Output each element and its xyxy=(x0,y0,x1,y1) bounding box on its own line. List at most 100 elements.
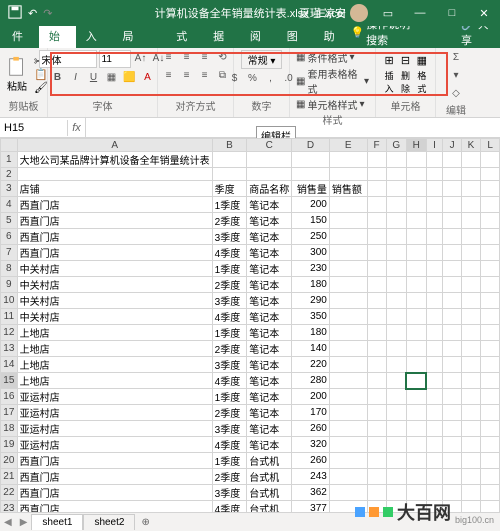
cell-F9[interactable] xyxy=(367,277,386,293)
cell-B11[interactable]: 4季度 xyxy=(212,309,247,325)
minimize-button[interactable]: — xyxy=(408,7,432,19)
cell-L20[interactable] xyxy=(481,453,500,469)
format-cells-button[interactable]: ▦格式 xyxy=(415,54,429,95)
cell-J14[interactable] xyxy=(443,357,461,373)
cell-H1[interactable] xyxy=(406,152,426,168)
cell-I2[interactable] xyxy=(426,168,443,181)
cell-L7[interactable] xyxy=(481,245,500,261)
cell-A3[interactable]: 店铺 xyxy=(17,181,212,197)
cell-J4[interactable] xyxy=(443,197,461,213)
cell-F11[interactable] xyxy=(367,309,386,325)
cell-K12[interactable] xyxy=(461,325,480,341)
cell-C15[interactable]: 笔记本 xyxy=(247,373,292,389)
cell-H19[interactable] xyxy=(406,437,426,453)
row-header-4[interactable]: 4 xyxy=(1,197,18,213)
cell-E20[interactable] xyxy=(329,453,367,469)
cell-C12[interactable]: 笔记本 xyxy=(247,325,292,341)
row-header-17[interactable]: 17 xyxy=(1,405,18,421)
cell-F1[interactable] xyxy=(367,152,386,168)
cell-J8[interactable] xyxy=(443,261,461,277)
cell-A2[interactable] xyxy=(17,168,212,181)
col-header-G[interactable]: G xyxy=(386,139,406,152)
cell-K21[interactable] xyxy=(461,469,480,485)
cell-G7[interactable] xyxy=(386,245,406,261)
cell-G6[interactable] xyxy=(386,229,406,245)
cell-L18[interactable] xyxy=(481,421,500,437)
cell-B3[interactable]: 季度 xyxy=(212,181,247,197)
worksheet-grid[interactable]: ABCDEFGHIJKL1大地公司某品牌计算机设备全年销量统计表23店铺季度商品… xyxy=(0,138,500,512)
cell-F15[interactable] xyxy=(367,373,386,389)
cell-J1[interactable] xyxy=(443,152,461,168)
cell-I16[interactable] xyxy=(426,389,443,405)
cell-J2[interactable] xyxy=(443,168,461,181)
cell-L4[interactable] xyxy=(481,197,500,213)
undo-icon[interactable]: ↶ xyxy=(28,7,37,20)
cell-J12[interactable] xyxy=(443,325,461,341)
cell-E4[interactable] xyxy=(329,197,367,213)
cell-I10[interactable] xyxy=(426,293,443,309)
cell-I8[interactable] xyxy=(426,261,443,277)
cell-H2[interactable] xyxy=(406,168,426,181)
cell-E8[interactable] xyxy=(329,261,367,277)
cell-B17[interactable]: 2季度 xyxy=(212,405,247,421)
fx-icon[interactable]: fx xyxy=(68,118,86,137)
cell-H7[interactable] xyxy=(406,245,426,261)
cell-F5[interactable] xyxy=(367,213,386,229)
cell-G20[interactable] xyxy=(386,453,406,469)
cell-F6[interactable] xyxy=(367,229,386,245)
cell-I19[interactable] xyxy=(426,437,443,453)
cell-F7[interactable] xyxy=(367,245,386,261)
cell-L14[interactable] xyxy=(481,357,500,373)
cell-D18[interactable]: 260 xyxy=(292,421,330,437)
cell-I12[interactable] xyxy=(426,325,443,341)
cell-K5[interactable] xyxy=(461,213,480,229)
cell-E13[interactable] xyxy=(329,341,367,357)
cell-G10[interactable] xyxy=(386,293,406,309)
cell-I5[interactable] xyxy=(426,213,443,229)
cell-G13[interactable] xyxy=(386,341,406,357)
cell-L13[interactable] xyxy=(481,341,500,357)
cell-I1[interactable] xyxy=(426,152,443,168)
cell-styles-button[interactable]: ▦ 单元格样式 ▾ xyxy=(296,97,364,112)
cell-A8[interactable]: 中关村店 xyxy=(17,261,212,277)
cell-G1[interactable] xyxy=(386,152,406,168)
cell-A18[interactable]: 亚运村店 xyxy=(17,421,212,437)
cell-G3[interactable] xyxy=(386,181,406,197)
row-header-21[interactable]: 21 xyxy=(1,469,18,485)
cell-H15[interactable] xyxy=(406,373,426,389)
cell-C7[interactable]: 笔记本 xyxy=(247,245,292,261)
cell-C3[interactable]: 商品名称 xyxy=(247,181,292,197)
format-as-table-button[interactable]: ▦ 套用表格格式 ▾ xyxy=(296,66,369,96)
cell-L2[interactable] xyxy=(481,168,500,181)
cell-H12[interactable] xyxy=(406,325,426,341)
col-header-D[interactable]: D xyxy=(292,139,330,152)
cell-D11[interactable]: 350 xyxy=(292,309,330,325)
col-header-A[interactable]: A xyxy=(17,139,212,152)
cell-D12[interactable]: 180 xyxy=(292,325,330,341)
number-format-select[interactable]: 常规 ▾ xyxy=(241,50,283,69)
fill-color-button[interactable]: 🟨 xyxy=(122,70,138,86)
row-header-15[interactable]: 15 xyxy=(1,373,18,389)
cell-G21[interactable] xyxy=(386,469,406,485)
cell-A10[interactable]: 中关村店 xyxy=(17,293,212,309)
cell-E17[interactable] xyxy=(329,405,367,421)
font-name-select[interactable] xyxy=(39,50,97,68)
cell-G14[interactable] xyxy=(386,357,406,373)
cell-B8[interactable]: 1季度 xyxy=(212,261,247,277)
row-header-19[interactable]: 19 xyxy=(1,437,18,453)
cell-K6[interactable] xyxy=(461,229,480,245)
cell-K13[interactable] xyxy=(461,341,480,357)
cell-B5[interactable]: 2季度 xyxy=(212,213,247,229)
cell-I15[interactable] xyxy=(426,373,443,389)
cell-J9[interactable] xyxy=(443,277,461,293)
underline-button[interactable]: U xyxy=(86,70,102,86)
sheet-tab-sheet1[interactable]: sheet1 xyxy=(31,514,83,530)
cell-K1[interactable] xyxy=(461,152,480,168)
col-header-J[interactable]: J xyxy=(443,139,461,152)
delete-cells-button[interactable]: ⊟删除 xyxy=(398,54,412,95)
row-header-8[interactable]: 8 xyxy=(1,261,18,277)
save-icon[interactable] xyxy=(8,5,22,22)
cell-L9[interactable] xyxy=(481,277,500,293)
cell-F19[interactable] xyxy=(367,437,386,453)
sheet-nav-prev[interactable]: ◀ xyxy=(0,517,16,528)
